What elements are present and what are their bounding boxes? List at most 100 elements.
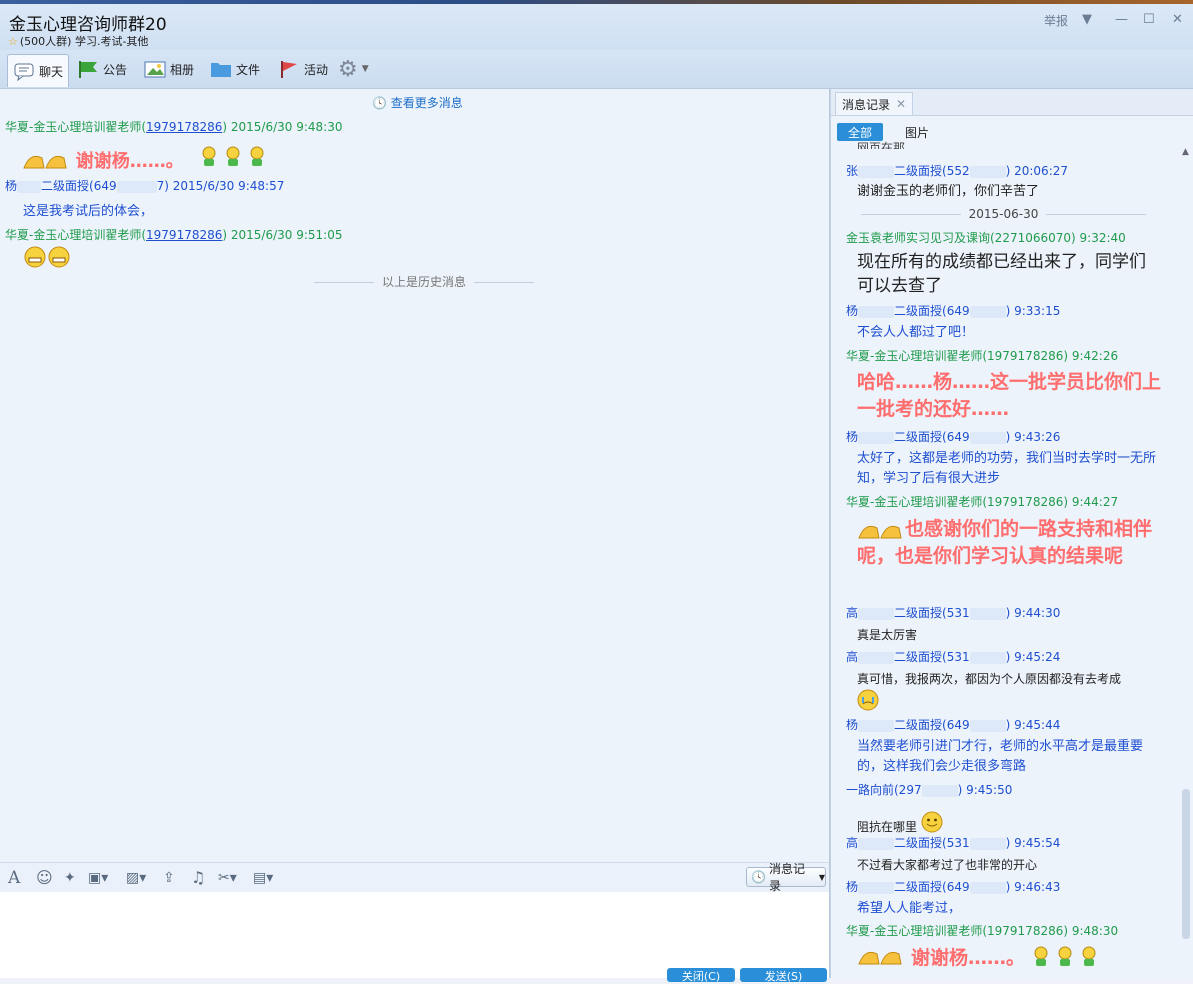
blurred-text	[858, 305, 895, 318]
blurred-text	[858, 881, 895, 894]
history-msg-text: 不过看大家都考过了也非常的开心	[857, 858, 1038, 872]
settings-menu[interactable]: ⚙ ▼	[338, 54, 369, 84]
font-icon[interactable]: A	[8, 868, 20, 888]
history-separator: 以上是历史消息	[306, 273, 542, 290]
tab-album[interactable]: 相册	[144, 54, 194, 84]
msg-time: ) 20:06:27	[1005, 164, 1068, 178]
screenshot-icon[interactable]: ▣▾	[88, 870, 108, 886]
sender-group: 二级面授(552	[894, 164, 970, 178]
clap-hands-icon	[857, 944, 905, 973]
blurred-text	[969, 165, 1006, 178]
sender-group: 二级面授(649	[894, 430, 970, 444]
tab-files-label: 文件	[236, 62, 261, 77]
emoji-icon[interactable]: ☺	[36, 868, 53, 887]
msg-time: ) 9:43:26	[1005, 430, 1061, 444]
tab-notice[interactable]: 公告	[77, 54, 127, 84]
blurred-text	[969, 881, 1006, 894]
more-messages-link[interactable]: 🕓 查看更多消息	[372, 94, 463, 111]
music-icon[interactable]: ♫	[191, 868, 205, 887]
maximize-icon[interactable]: ☐	[1143, 12, 1155, 27]
msg-time: ) 9:45:54	[1005, 836, 1061, 850]
msg-time: 2015/6/30 9:48:30	[230, 120, 343, 134]
history-msg-header: 高 二级面授(531) 9:45:24	[846, 648, 1060, 665]
history-msg-text: 当然要老师引进门才行，老师的水平高才是最重要的，这样我们会少走很多弯路	[857, 739, 1144, 774]
history-msg-text: 希望人人能考过，	[857, 901, 962, 916]
history-msg-text: 谢谢杨……。	[911, 947, 1026, 969]
tab-album-label: 相册	[170, 62, 195, 77]
clock-icon: 🕓	[372, 96, 387, 110]
sender-qq-link[interactable]: 1979178286	[146, 120, 222, 134]
sender-name: 高	[846, 836, 859, 850]
chat-msg-body: 谢谢杨……。	[22, 145, 269, 177]
close-icon[interactable]: ✕	[1172, 12, 1183, 27]
history-tabbar: 消息记录 ✕	[831, 89, 1193, 116]
msg-time: ) 9:33:15	[1005, 304, 1061, 318]
minimize-icon[interactable]: —	[1115, 12, 1128, 27]
sender-name: 高	[846, 650, 859, 664]
blurred-text	[921, 784, 958, 797]
chat-msg-header: 杨 二级面授(649 7) 2015/6/30 9:48:57	[5, 177, 284, 194]
sender-name: 杨	[846, 304, 859, 318]
msg-time: ) 9:46:43	[1005, 880, 1061, 894]
send-button[interactable]: 发送(S)	[740, 968, 827, 983]
sender-name: 华夏-金玉心理培训翟老师	[5, 120, 142, 134]
sender-name: 杨	[846, 880, 859, 894]
history-msg-text: 现在所有的成绩都已经出来了，同学们可以去查了	[857, 252, 1146, 296]
flag-icon	[77, 59, 99, 79]
history-msg-header: 杨 二级面授(649 ) 9:33:15	[846, 302, 1060, 319]
filter-all[interactable]: 全部	[837, 123, 883, 141]
sender-qq-end: 7)	[156, 179, 169, 193]
history-msg-header: 一路向前(297) 9:45:50	[846, 781, 1012, 798]
blurred-text	[969, 651, 1006, 664]
msg-text: 这是我考试后的体会，	[23, 204, 154, 219]
chevron-down-icon: ▼	[361, 64, 369, 74]
tab-activity-label: 活动	[304, 62, 329, 77]
history-msg-header: 杨 二级面授(649 ) 9:46:43	[846, 878, 1060, 895]
window-title: 金玉心理咨询师群20	[9, 15, 167, 35]
blurred-text	[858, 431, 895, 444]
close-button[interactable]: 关闭(C)	[667, 968, 735, 983]
input-toolbar: A ☺ ✦ ▣▾ ▨▾ ⇪ ♫ ✂▾ ▤▾ 🕓 消息记录 ▼	[0, 862, 829, 893]
history-msg-text-inner: 阻抗在哪里	[857, 820, 918, 834]
sender-group: 二级面授(531	[894, 836, 970, 850]
date-separator-label: 2015-06-30	[968, 207, 1039, 221]
scroll-up-icon[interactable]: ▲	[1182, 147, 1189, 157]
sender-group: 二级面授(649	[894, 718, 970, 732]
report-button[interactable]: 举报	[1044, 12, 1068, 29]
scrollbar-thumb[interactable]	[1182, 789, 1190, 939]
sender-group: 二级面授(649	[41, 179, 117, 193]
clap-hands-icon	[22, 148, 70, 177]
tab-notice-label: 公告	[103, 62, 128, 77]
tab-activity[interactable]: 活动	[278, 54, 328, 84]
history-msg-header: 杨 二级面授(649) 9:45:44	[846, 716, 1060, 733]
sender-group: 二级面授(649	[894, 880, 970, 894]
history-msg-header: 高 二级面授(531) 9:44:30	[846, 604, 1060, 621]
date-separator: 2015-06-30	[831, 207, 1176, 221]
more-tools-icon[interactable]: ▤▾	[253, 870, 273, 886]
tab-chat[interactable]: 聊天	[7, 54, 70, 87]
blurred-text	[858, 719, 895, 732]
close-icon[interactable]: ✕	[896, 97, 906, 111]
sender-group: 二级面授(531	[894, 650, 970, 664]
divider	[1046, 214, 1147, 215]
history-msg-header: 金玉袁老师实习见习及课询(2271066070) 9:32:40	[846, 231, 1126, 245]
upload-icon[interactable]: ⇪	[163, 870, 175, 886]
sender-qq-link[interactable]: 1979178286	[146, 228, 222, 242]
message-input[interactable]	[0, 892, 829, 978]
chat-msg-header: 华夏-金玉心理培训翟老师(1979178286) 2015/6/30 9:48:…	[5, 120, 343, 134]
dropdown-icon[interactable]: ▼	[1082, 12, 1092, 27]
tab-message-history[interactable]: 消息记录 ✕	[835, 92, 914, 115]
message-history-button[interactable]: 🕓 消息记录 ▼	[746, 862, 826, 893]
chat-msg-header: 华夏-金玉心理培训翟老师(1979178286) 2015/6/30 9:51:…	[5, 228, 343, 242]
magic-wand-icon[interactable]: ✦	[64, 870, 76, 886]
scissors-icon[interactable]: ✂▾	[218, 870, 237, 886]
msg-time: 2015/6/30 9:51:05	[230, 228, 343, 242]
title-bar: 金玉心理咨询师群20 ☆ (500人群) 学习.考试-其他 举报 ▼ — ☐ ✕	[0, 4, 1193, 50]
cut-text: 网页在那	[857, 141, 906, 149]
history-msg-text: 太好了，这都是老师的功劳，我们当时去学时一无所知，学习了后有很大进步	[857, 451, 1157, 486]
msg-time: 2015/6/30 9:48:57	[172, 179, 285, 193]
tab-files[interactable]: 文件	[210, 54, 260, 84]
sender-group: 二级面授(649	[894, 304, 970, 318]
image-icon[interactable]: ▨▾	[126, 870, 146, 886]
filter-images[interactable]: 图片	[897, 123, 937, 141]
